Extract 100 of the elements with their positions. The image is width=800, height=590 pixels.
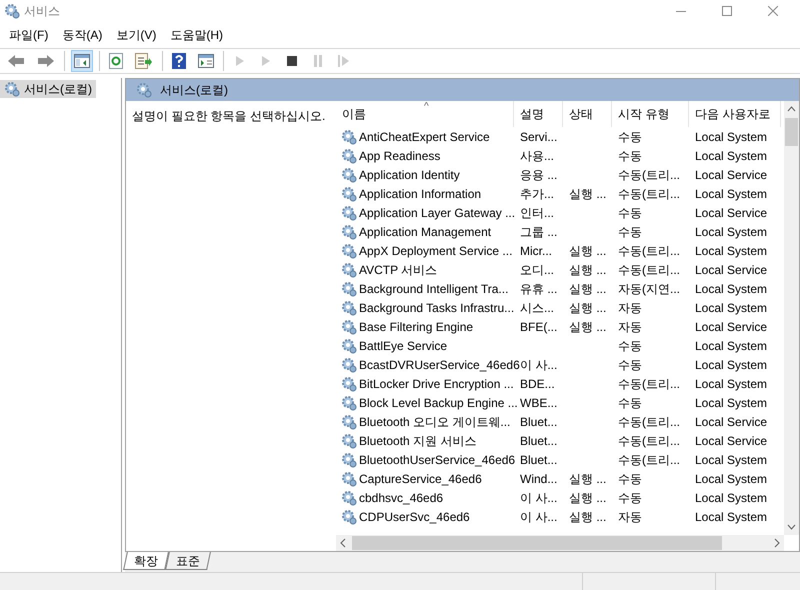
stop-icon bbox=[287, 56, 297, 66]
table-row[interactable]: BluetoothUserService_46ed6 Bluet... 수동(트리... Local System bbox=[336, 450, 784, 469]
table-row[interactable]: Application Identity 응용 ... 수동(트리... Local Service bbox=[336, 165, 784, 184]
table-cell-text: 수동(트리... bbox=[618, 262, 680, 278]
table-cell-text: 오디... bbox=[520, 262, 554, 278]
table-row[interactable]: Application Layer Gateway ... 인터... 수동 Local Service bbox=[336, 203, 784, 222]
scroll-down-icon[interactable] bbox=[787, 522, 796, 531]
export-list-icon bbox=[135, 53, 153, 69]
scroll-thumb[interactable] bbox=[352, 536, 722, 550]
table-cell-text: Local System bbox=[695, 470, 768, 488]
table-row[interactable]: Base Filtering Engine BFE(... 실행 ... 자동 Local Service bbox=[336, 317, 784, 336]
table-row[interactable]: Block Level Backup Engine ... WBE... 수동 Local System bbox=[336, 393, 784, 412]
gear-icon bbox=[341, 470, 357, 486]
table-cell-text: 시스... bbox=[520, 300, 554, 316]
gear-icon bbox=[341, 224, 357, 240]
play-icon bbox=[261, 55, 271, 67]
table-cell-text: 수동(트리... bbox=[618, 186, 680, 202]
table-row[interactable]: AntiCheatExpert Service Servi... 수동 Local System bbox=[336, 127, 784, 146]
table-cell-text: 그룹 ... bbox=[520, 224, 558, 240]
properties-view-icon bbox=[198, 54, 214, 68]
menu-item[interactable]: 도움말(H) bbox=[170, 26, 223, 44]
table-row[interactable]: App Readiness 사용... 수동 Local System bbox=[336, 146, 784, 165]
gear-icon bbox=[341, 128, 357, 144]
table-row[interactable]: AVCTP 서비스 오디... 실행 ... 수동(트리... Local Service bbox=[336, 260, 784, 279]
refresh-icon bbox=[109, 53, 123, 69]
view-tab[interactable]: 확장 bbox=[123, 552, 169, 570]
column-header[interactable]: 상태 bbox=[563, 101, 612, 127]
table-cell-text: 인터... bbox=[520, 204, 554, 222]
table-cell-text: 수동(트리... bbox=[618, 452, 680, 468]
table-cell-text: Application Layer Gateway ... bbox=[359, 204, 516, 222]
table-row[interactable]: Application Management 그룹 ... 수동 Local System bbox=[336, 222, 784, 241]
table-cell-text: 실행 ... bbox=[569, 300, 606, 316]
gear-icon bbox=[4, 81, 20, 97]
table-cell-text: 수동 bbox=[618, 204, 642, 222]
table-cell-text: 사용... bbox=[520, 148, 554, 164]
description-text: 설명이 필요한 항목을 선택하십시오. bbox=[132, 109, 326, 123]
table-cell-text: 수동(트리... bbox=[618, 166, 680, 184]
table-row[interactable]: Bluetooth 지원 서비스 Bluet... 수동(트리... Local Service bbox=[336, 431, 784, 450]
gear-icon bbox=[341, 280, 357, 296]
scroll-up-icon[interactable] bbox=[787, 105, 796, 114]
table-row[interactable]: CaptureService_46ed6 Wind... 실행 ... 수동 Local System bbox=[336, 469, 784, 488]
refresh-button[interactable] bbox=[106, 50, 126, 72]
menu-item[interactable]: 파일(F) bbox=[9, 26, 48, 44]
table-row[interactable]: Background Intelligent Tra... 유휴 ... 실행 ... 자동(지연... Local System bbox=[336, 279, 784, 298]
table-cell-text: 수동 bbox=[618, 490, 642, 506]
gear-icon bbox=[341, 452, 357, 468]
table-row[interactable]: Application Information 추가... 실행 ... 수동(트리... Local System bbox=[336, 184, 784, 203]
gear-icon bbox=[341, 338, 357, 354]
table-row[interactable]: cbdhsvc_46ed6 이 사... 실행 ... 수동 Local System bbox=[336, 488, 784, 507]
table-cell-text: Background Intelligent Tra... bbox=[359, 280, 508, 298]
table-row[interactable]: Background Tasks Infrastru... 시스... 실행 ... 자동 Local System bbox=[336, 298, 784, 317]
horizontal-scrollbar[interactable] bbox=[336, 535, 784, 551]
table-cell-text: AntiCheatExpert Service bbox=[359, 128, 490, 146]
gear-icon bbox=[341, 376, 357, 392]
help-button[interactable] bbox=[169, 50, 189, 72]
table-cell-text: 수동 bbox=[618, 128, 642, 146]
table-row[interactable]: AppX Deployment Service ... Micr... 실행 ... 수동(트리... Local System bbox=[336, 241, 784, 260]
table-cell-text: BFE(... bbox=[520, 318, 558, 336]
menu-item[interactable]: 보기(V) bbox=[116, 26, 156, 44]
table-cell-text: 자동 bbox=[618, 318, 642, 336]
table-row[interactable]: BitLocker Drive Encryption ... BDE... 수동(트리... Local System bbox=[336, 374, 784, 393]
table-row[interactable]: CDPUserSvc_46ed6 이 사... 실행 ... 자동 Local System bbox=[336, 507, 784, 526]
table-cell-text: 수동(트리... bbox=[618, 376, 680, 392]
scroll-thumb[interactable] bbox=[785, 118, 798, 146]
vertical-scrollbar[interactable] bbox=[784, 101, 799, 535]
table-row[interactable]: BcastDVRUserService_46ed6이 사... 수동 Local System bbox=[336, 355, 784, 374]
close-icon bbox=[768, 6, 778, 16]
table-cell-text: Wind... bbox=[520, 470, 558, 488]
table-cell-text: 실행 ... bbox=[569, 490, 606, 506]
gear-icon bbox=[341, 318, 357, 334]
table-cell-text: 실행 ... bbox=[569, 280, 606, 298]
tree-item[interactable]: 서비스(로컬) bbox=[0, 80, 96, 98]
table-cell-text: 수동(트리... bbox=[618, 414, 680, 430]
table-cell-text: Local System bbox=[695, 490, 768, 506]
table-cell-text: Local System bbox=[695, 280, 768, 298]
column-header[interactable]: 시작 유형 bbox=[612, 101, 689, 127]
column-header[interactable]: 다음 사용자로 bbox=[689, 101, 781, 127]
gear-icon bbox=[341, 148, 357, 164]
table-cell-text: Servi... bbox=[520, 128, 558, 146]
table-cell-text: Local System bbox=[695, 356, 768, 374]
table-cell-text: 실행 ... bbox=[569, 508, 606, 526]
table-cell-text: Local System bbox=[695, 186, 768, 202]
view-tab[interactable]: 표준 bbox=[165, 552, 211, 570]
table-cell-text: Bluet... bbox=[520, 452, 558, 468]
gear-icon bbox=[341, 414, 357, 430]
table-row[interactable]: Bluetooth 오디오 게이트웨... Bluet... 수동(트리... Local Service bbox=[336, 412, 784, 431]
table-cell-text: 수동(트리... bbox=[618, 432, 680, 450]
tree-button[interactable] bbox=[71, 50, 93, 72]
table-cell-text: Local Service bbox=[695, 318, 768, 336]
table-cell-text: 실행 ... bbox=[569, 318, 606, 336]
table-cell-text: Local System bbox=[695, 508, 768, 526]
table-cell-text: BcastDVRUserService_46ed6 bbox=[359, 356, 520, 374]
table-cell-text: Local Service bbox=[695, 166, 768, 184]
gear-icon bbox=[341, 490, 357, 506]
table-cell-text: Bluet... bbox=[520, 432, 558, 450]
gear-icon bbox=[341, 166, 357, 182]
menu-item[interactable]: 동작(A) bbox=[62, 26, 102, 44]
column-header[interactable]: 설명 bbox=[514, 101, 563, 127]
minimize-icon bbox=[676, 10, 686, 12]
table-row[interactable]: BattlEye Service 수동 Local System bbox=[336, 336, 784, 355]
